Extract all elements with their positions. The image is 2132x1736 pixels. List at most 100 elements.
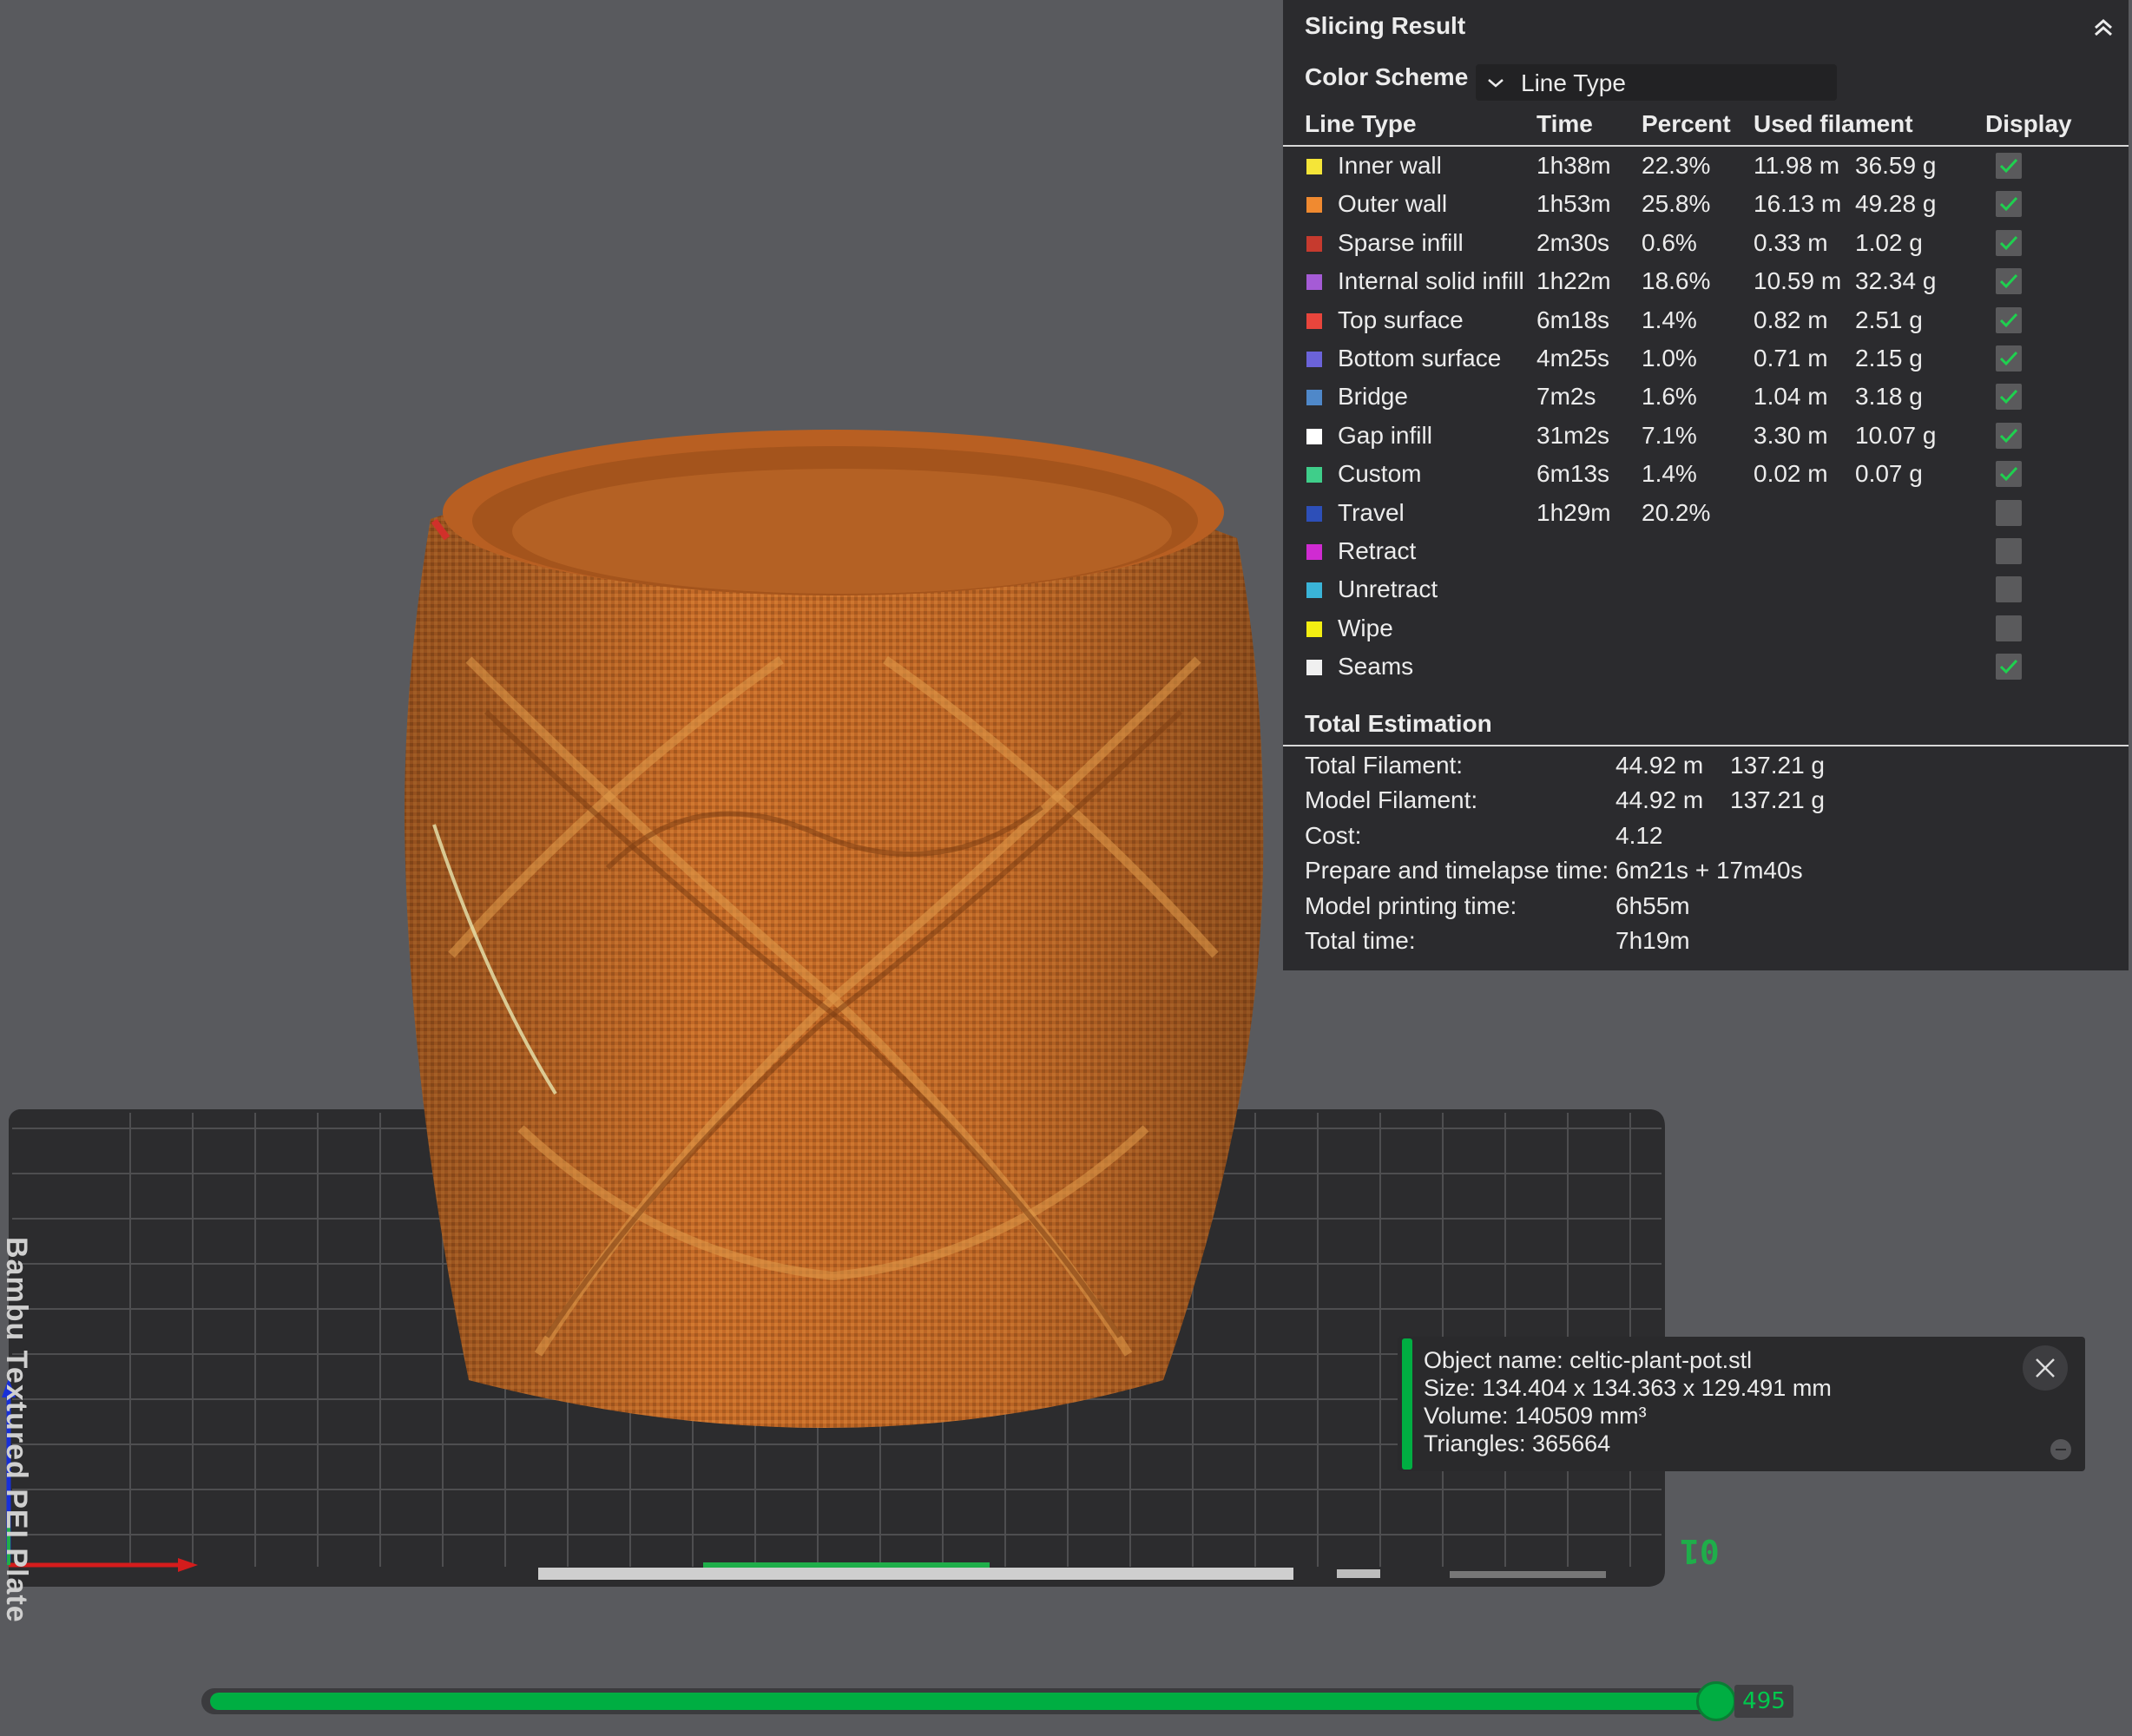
estimation-label: Model Filament: [1305,786,1478,814]
line-type-length: 11.98 m [1754,152,1840,179]
display-checkbox[interactable] [1996,153,2022,179]
line-type-swatch [1306,159,1322,174]
estimation-row: Total time: 7h19m [1283,927,2129,962]
table-row: Bottom surface 4m25s 1.0% 0.71 m 2.15 g [1283,340,2129,378]
line-type-percent: 1.4% [1642,460,1697,488]
layer-slider[interactable]: 495 [201,1681,1793,1725]
line-type-time: 1h38m [1536,152,1611,179]
slider-thumb[interactable] [1696,1681,1736,1721]
line-type-time: 1h53m [1536,190,1611,218]
line-type-swatch [1306,467,1322,483]
display-checkbox[interactable] [1996,191,2022,218]
display-checkbox[interactable] [1996,268,2022,295]
line-type-name: Retract [1338,537,1417,564]
table-row: Travel 1h29m 20.2% [1283,495,2129,533]
line-type-time: 6m13s [1536,460,1610,488]
line-type-length: 0.71 m [1754,345,1828,372]
model-celtic-plant-pot[interactable] [404,430,1264,1428]
line-type-swatch [1306,197,1322,214]
display-checkbox[interactable] [1996,576,2022,603]
slicing-result-panel: Slicing Result Color Scheme Line Type Li… [1283,0,2129,970]
line-type-percent: 1.4% [1642,306,1697,333]
checkmark-icon [1999,158,2018,174]
color-scheme-dropdown[interactable]: Line Type [1476,64,1837,101]
estimation-value: 6m21s + 17m40s [1615,857,1803,884]
total-estimation-title: Total Estimation [1305,710,1492,737]
table-row: Wipe [1283,610,2129,648]
estimation-label: Prepare and timelapse time: [1305,857,1609,884]
line-type-name: Custom [1338,460,1422,488]
close-button[interactable] [2023,1345,2068,1391]
display-checkbox[interactable] [1996,615,2022,641]
line-type-swatch [1306,390,1322,406]
display-checkbox[interactable] [1996,229,2022,256]
slider-fill [210,1693,1716,1710]
line-type-name: Inner wall [1338,152,1442,179]
panel-title: Slicing Result [1305,12,1466,39]
checkmark-icon [1999,197,2018,212]
line-type-name: Bridge [1338,383,1408,411]
object-volume: Volume: 140509 mm³ [1424,1403,1647,1429]
display-checkbox[interactable] [1996,461,2022,488]
table-row: Gap infill 31m2s 7.1% 3.30 m 10.07 g [1283,418,2129,456]
display-checkbox[interactable] [1996,654,2022,681]
checkmark-icon [1999,428,2018,443]
line-type-length: 10.59 m [1754,267,1842,295]
checkmark-icon [1999,351,2018,366]
line-type-weight: 2.15 g [1855,345,1923,372]
line-type-swatch [1306,235,1322,252]
display-checkbox[interactable] [1996,384,2022,411]
table-row: Sparse infill 2m30s 0.6% 0.33 m 1.02 g [1283,225,2129,263]
object-triangles: Triangles: 365664 [1424,1430,1611,1457]
table-row: Outer wall 1h53m 25.8% 16.13 m 49.28 g [1283,186,2129,224]
display-checkbox[interactable] [1996,422,2022,449]
line-type-weight: 49.28 g [1855,190,1937,218]
estimation-value-secondary: 137.21 g [1730,786,1825,814]
line-type-time: 7m2s [1536,383,1596,411]
line-type-swatch [1306,352,1322,367]
line-type-length: 0.33 m [1754,228,1828,256]
checkmark-icon [1999,660,2018,674]
line-type-weight: 36.59 g [1855,152,1937,179]
line-type-name: Unretract [1338,575,1438,603]
line-type-name: Seams [1338,653,1414,681]
line-type-swatch [1306,312,1322,329]
table-row: Custom 6m13s 1.4% 0.02 m 0.07 g [1283,456,2129,494]
object-info-accent-bar [1402,1338,1412,1470]
color-scheme-label: Color Scheme [1305,63,1469,90]
line-type-time: 31m2s [1536,421,1610,449]
column-header-time: Time [1536,110,1593,137]
column-header-line-type: Line Type [1305,110,1417,137]
line-type-name: Internal solid infill [1338,267,1524,295]
estimation-label: Total time: [1305,927,1416,954]
line-type-percent: 22.3% [1642,152,1711,179]
estimation-divider [1283,745,2129,746]
estimation-value: 6h55m [1615,891,1690,919]
line-type-time: 4m25s [1536,345,1610,372]
table-row: Seams [1283,648,2129,687]
object-size: Size: 134.404 x 134.363 x 129.491 mm [1424,1375,1832,1401]
color-scheme-value: Line Type [1521,69,1626,96]
line-type-percent: 25.8% [1642,190,1711,218]
line-type-time: 2m30s [1536,228,1610,256]
header-divider [1283,145,2129,147]
table-row: Inner wall 1h38m 22.3% 11.98 m 36.59 g [1283,148,2129,186]
estimation-row: Prepare and timelapse time: 6m21s + 17m40… [1283,857,2129,891]
table-row: Unretract [1283,571,2129,609]
line-type-weight: 3.18 g [1855,383,1923,411]
display-checkbox[interactable] [1996,538,2022,564]
column-header-used-filament: Used filament [1754,110,1913,137]
line-type-weight: 2.51 g [1855,306,1923,333]
table-row: Retract [1283,533,2129,571]
display-checkbox[interactable] [1996,345,2022,372]
minimize-button[interactable] [2050,1439,2071,1460]
line-type-time: 1h29m [1536,498,1611,526]
display-checkbox[interactable] [1996,306,2022,333]
display-checkbox[interactable] [1996,499,2022,526]
collapse-icon[interactable] [2090,14,2116,40]
estimation-value: 7h19m [1615,927,1690,954]
checkmark-icon [1999,390,2018,404]
line-type-weight: 32.34 g [1855,267,1937,295]
line-type-swatch [1306,544,1322,560]
estimation-row: Cost: 4.12 [1283,822,2129,857]
